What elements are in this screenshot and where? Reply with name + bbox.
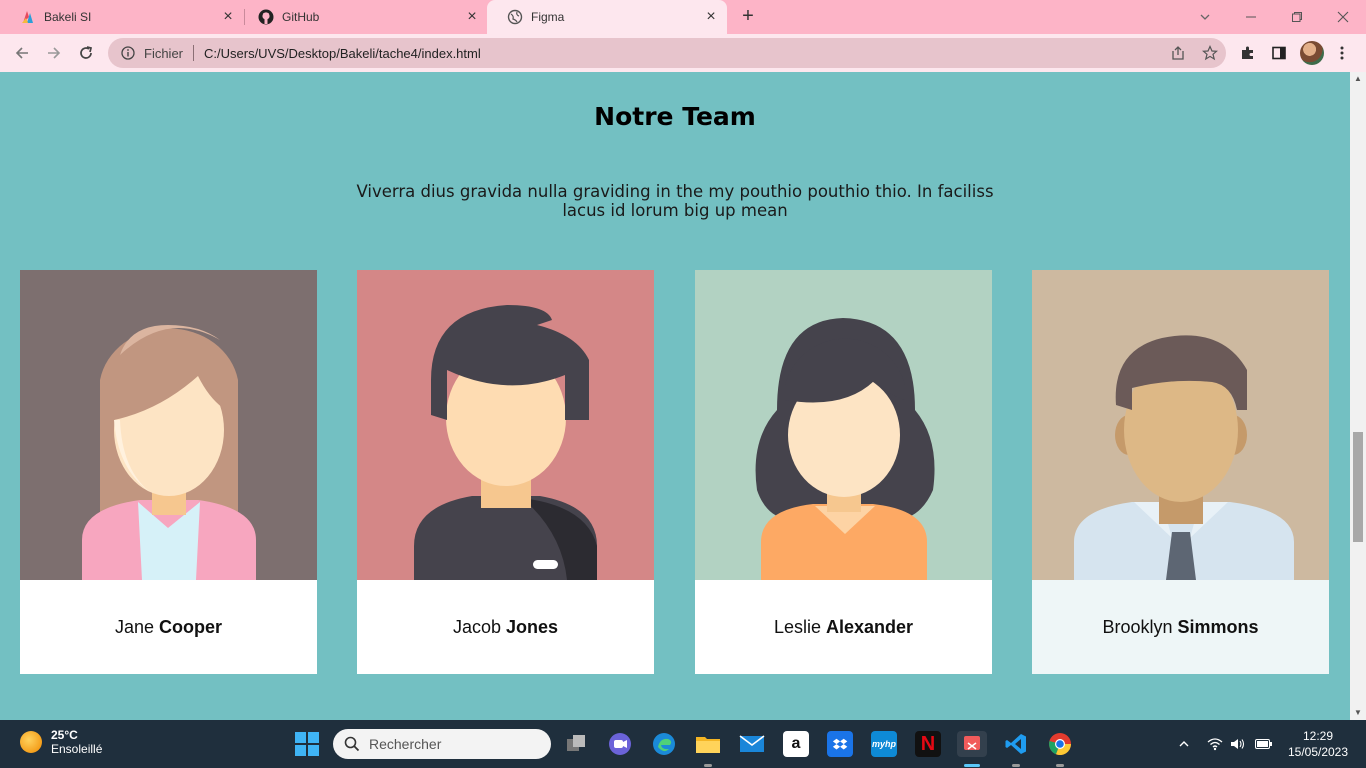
chrome-icon[interactable] <box>1047 731 1073 757</box>
team-photo <box>695 270 992 580</box>
clock-date: 15/05/2023 <box>1287 745 1349 759</box>
search-placeholder: Rechercher <box>369 736 442 752</box>
share-icon[interactable] <box>1162 38 1194 68</box>
dropbox-icon[interactable] <box>827 731 853 757</box>
wifi-icon[interactable] <box>1205 732 1225 756</box>
vertical-scrollbar[interactable]: ▲ ▼ <box>1350 72 1366 720</box>
taskbar-search[interactable]: Rechercher <box>333 729 551 759</box>
info-icon[interactable] <box>120 45 136 61</box>
amazon-icon[interactable]: a <box>783 731 809 757</box>
search-icon <box>344 736 360 752</box>
tab-strip: Bakeli SI × GitHub × Figma × + <box>0 0 1366 34</box>
team-photo <box>357 270 654 580</box>
side-panel-icon[interactable] <box>1267 41 1291 65</box>
restore-icon[interactable] <box>1274 0 1320 34</box>
member-name: Jacob Jones <box>357 580 654 674</box>
team-card-leslie-alexander: Leslie Alexander <box>695 270 992 674</box>
avatar-man-shirt-tie-icon <box>1032 270 1329 580</box>
member-first-name: Jane <box>114 616 155 637</box>
member-first-name: Jacob <box>452 616 501 637</box>
mail-icon[interactable] <box>739 731 765 757</box>
member-first-name: Leslie <box>773 616 821 637</box>
teams-chat-icon[interactable] <box>607 731 633 757</box>
address-divider <box>193 45 195 61</box>
scroll-down-arrow-icon[interactable]: ▼ <box>1350 706 1366 720</box>
globe-favicon-icon <box>507 9 523 25</box>
tab-figma[interactable]: Figma × <box>487 0 727 34</box>
app-running-indicator <box>1056 764 1064 767</box>
scroll-up-arrow-icon[interactable]: ▲ <box>1350 72 1366 86</box>
security-label: Fichier <box>144 45 184 61</box>
snipping-tool-icon[interactable] <box>957 731 987 757</box>
task-view-icon[interactable] <box>563 731 589 757</box>
close-tab-icon[interactable]: × <box>464 8 480 26</box>
netflix-icon[interactable]: N <box>915 731 941 757</box>
myhp-icon[interactable]: myhp <box>871 731 897 757</box>
member-last-name: Alexander <box>825 616 914 637</box>
tray-overflow-chevron-icon[interactable] <box>1174 732 1194 756</box>
page-title: Notre Team <box>594 102 756 131</box>
team-card-jane-cooper: Jane Cooper <box>20 270 317 674</box>
member-name: Brooklyn Simmons <box>1032 580 1329 674</box>
weather-widget[interactable]: 25°C Ensoleillé <box>20 728 102 756</box>
avatar-woman-long-hair-icon <box>20 270 317 580</box>
extensions-puzzle-icon[interactable] <box>1236 41 1260 65</box>
team-photo <box>20 270 317 580</box>
tab-search-chevron-icon[interactable] <box>1182 0 1228 34</box>
tab-bakeli[interactable]: Bakeli SI × <box>0 0 244 34</box>
tab-title: Figma <box>531 10 565 24</box>
member-last-name: Simmons <box>1177 616 1259 637</box>
close-tab-icon[interactable]: × <box>220 8 236 26</box>
minimize-icon[interactable] <box>1228 0 1274 34</box>
member-first-name: Brooklyn <box>1102 616 1173 637</box>
vscode-icon[interactable] <box>1003 731 1029 757</box>
avatar-woman-dark-hair-icon <box>695 270 992 580</box>
close-tab-icon[interactable]: × <box>703 8 719 26</box>
tab-github[interactable]: GitHub × <box>238 0 488 34</box>
page-viewport: Notre Team Viverra dius gravida nulla gr… <box>0 72 1350 720</box>
app-active-indicator <box>964 764 980 767</box>
close-window-icon[interactable] <box>1320 0 1366 34</box>
new-tab-icon[interactable]: + <box>737 5 759 27</box>
file-explorer-icon[interactable] <box>695 731 721 757</box>
profile-avatar[interactable] <box>1300 41 1324 65</box>
app-running-indicator <box>704 764 712 767</box>
team-card-jacob-jones: Jacob Jones <box>357 270 654 674</box>
volume-icon[interactable] <box>1228 732 1248 756</box>
member-last-name: Cooper <box>159 616 223 637</box>
taskbar-clock[interactable]: 12:29 15/05/2023 <box>1282 728 1354 760</box>
battery-icon[interactable] <box>1253 732 1275 756</box>
windows-start-icon[interactable] <box>295 732 319 756</box>
tab-title: GitHub <box>282 10 320 24</box>
member-name: Leslie Alexander <box>695 580 992 674</box>
address-bar[interactable]: Fichier C:/Users/UVS/Desktop/Bakeli/tach… <box>108 38 1226 68</box>
member-last-name: Jones <box>506 616 559 637</box>
reload-icon[interactable] <box>74 41 98 65</box>
menu-dots-icon[interactable] <box>1330 41 1354 65</box>
weather-temp: 25°C <box>51 728 78 742</box>
member-name: Jane Cooper <box>20 580 317 674</box>
url-text[interactable]: C:/Users/UVS/Desktop/Bakeli/tache4/index… <box>204 46 1162 61</box>
bookmark-star-icon[interactable] <box>1194 38 1226 68</box>
edge-browser-icon[interactable] <box>651 731 677 757</box>
weather-desc: Ensoleillé <box>51 742 103 756</box>
sun-weather-icon <box>20 731 42 753</box>
github-favicon-icon <box>258 9 274 25</box>
team-card-brooklyn-simmons: Brooklyn Simmons <box>1032 270 1329 674</box>
bakeli-favicon-icon <box>20 9 36 25</box>
page-intro: Viverra dius gravida nulla graviding in … <box>356 182 994 220</box>
scrollbar-thumb[interactable] <box>1353 432 1363 542</box>
tab-title: Bakeli SI <box>44 10 92 24</box>
browser-toolbar: Fichier C:/Users/UVS/Desktop/Bakeli/tach… <box>0 34 1366 72</box>
clock-time: 12:29 <box>1302 729 1334 743</box>
forward-arrow-icon[interactable] <box>42 41 66 65</box>
team-photo <box>1032 270 1329 580</box>
windows-taskbar: 25°C Ensoleillé Rechercher a myhp N 12:2… <box>0 720 1366 768</box>
avatar-man-black-shirt-icon <box>357 270 654 580</box>
back-arrow-icon[interactable] <box>10 41 34 65</box>
app-running-indicator <box>1012 764 1020 767</box>
